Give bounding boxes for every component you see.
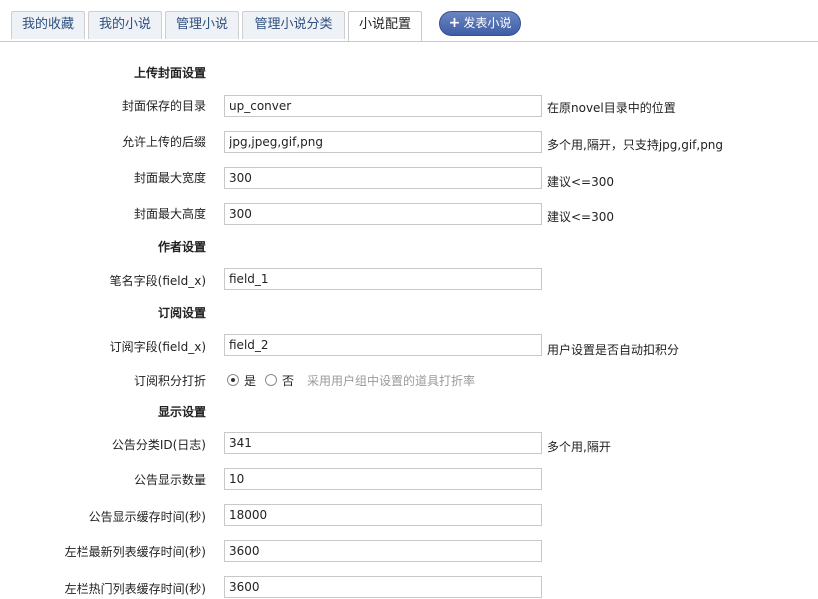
- discount-radio-group: 是 否 采用用户组中设置的道具打折率: [227, 370, 475, 390]
- cover-max-width-input[interactable]: [224, 167, 542, 189]
- subscribe-field-label: 订阅字段(field_x): [109, 340, 206, 354]
- pen-name-field-label: 笔名字段(field_x): [109, 274, 206, 288]
- discount-note: 采用用户组中设置的道具打折率: [307, 373, 476, 388]
- allowed-ext-input[interactable]: [224, 131, 542, 153]
- latest-cache-input[interactable]: [224, 540, 542, 562]
- post-novel-label: 发表小说: [463, 16, 512, 30]
- discount-no-radio[interactable]: [265, 374, 278, 386]
- cover-dir-hint: 在原novel目录中的位置: [547, 101, 676, 115]
- announce-cat-id-hint: 多个用,隔开: [547, 440, 611, 454]
- cover-max-height-label: 封面最大高度: [133, 207, 206, 221]
- cover-max-height-input[interactable]: [224, 203, 542, 225]
- announce-count-label: 公告显示数量: [133, 473, 206, 487]
- cover-dir-label: 封面保存的目录: [121, 99, 206, 113]
- discount-no-label: 否: [282, 373, 295, 388]
- latest-cache-label: 左栏最新列表缓存时间(秒): [64, 545, 206, 559]
- discount-label: 订阅积分打折: [133, 374, 206, 388]
- tab-my-novels[interactable]: 我的小说: [88, 11, 162, 39]
- tab-manage-novels[interactable]: 管理小说: [165, 11, 239, 39]
- announce-cache-input[interactable]: [224, 504, 542, 526]
- tab-my-favorites[interactable]: 我的收藏: [11, 11, 85, 39]
- hot-cache-label: 左栏热门列表缓存时间(秒): [64, 582, 206, 596]
- section-author-heading: 作者设置: [157, 240, 206, 254]
- tab-bar: 我的收藏 我的小说 管理小说 管理小说分类 小说配置 + 发表小说: [0, 0, 818, 42]
- subscribe-field-hint: 用户设置是否自动扣积分: [547, 343, 680, 357]
- discount-yes-radio[interactable]: [227, 374, 239, 386]
- tab-novel-config[interactable]: 小说配置: [348, 11, 422, 41]
- allowed-ext-hint: 多个用,隔开，只支持jpg,gif,png: [547, 138, 724, 152]
- announce-cache-label: 公告显示缓存时间(秒): [88, 510, 206, 524]
- section-display-heading: 显示设置: [157, 405, 206, 419]
- section-subscribe-heading: 订阅设置: [157, 306, 206, 320]
- announce-cat-id-label: 公告分类ID(日志): [111, 438, 206, 452]
- post-novel-button[interactable]: + 发表小说: [439, 11, 521, 36]
- cover-dir-input[interactable]: [224, 95, 542, 117]
- plus-icon: +: [448, 15, 461, 31]
- cover-max-width-label: 封面最大宽度: [133, 171, 206, 185]
- discount-yes-label: 是: [244, 373, 257, 388]
- section-cover-heading: 上传封面设置: [133, 66, 206, 80]
- announce-count-input[interactable]: [224, 468, 542, 490]
- subscribe-field-input[interactable]: [224, 334, 542, 356]
- pen-name-field-input[interactable]: [224, 268, 542, 290]
- tab-manage-categories[interactable]: 管理小说分类: [242, 11, 345, 39]
- cover-max-height-hint: 建议<=300: [547, 210, 615, 224]
- allowed-ext-label: 允许上传的后缀: [121, 135, 206, 149]
- announce-cat-id-input[interactable]: [224, 432, 542, 454]
- hot-cache-input[interactable]: [224, 576, 542, 598]
- cover-max-width-hint: 建议<=300: [547, 175, 615, 189]
